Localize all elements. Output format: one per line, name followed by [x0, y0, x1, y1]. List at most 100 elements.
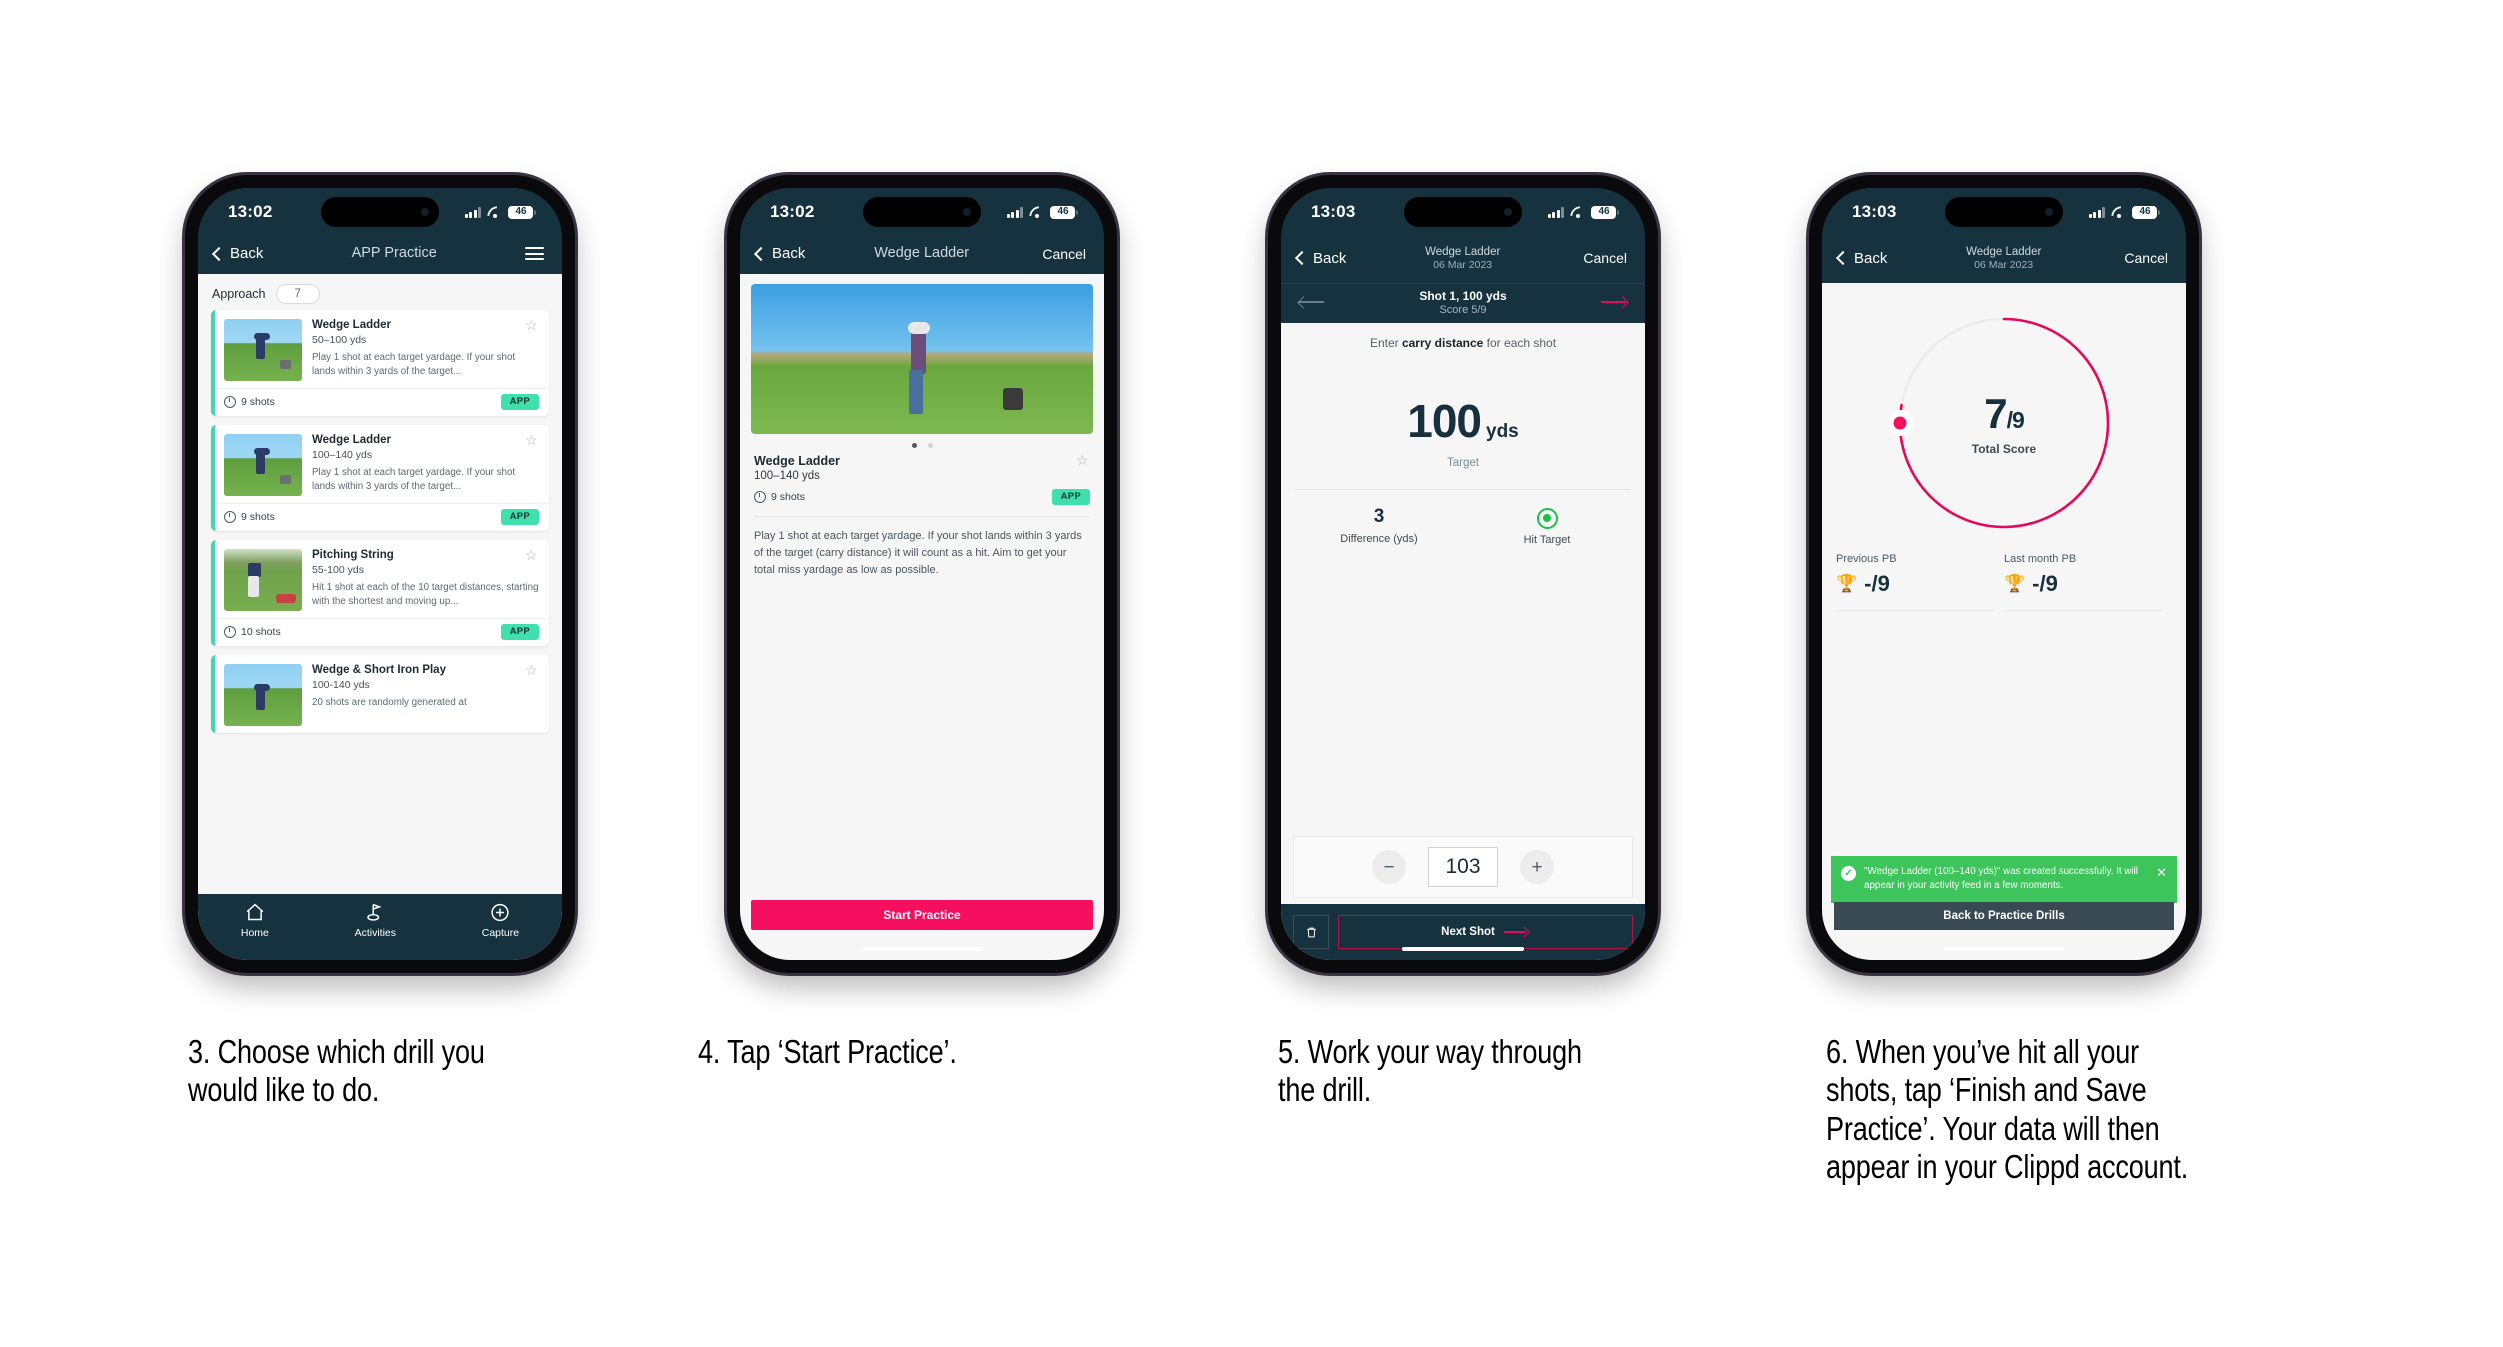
- drill-description: Play 1 shot at each target yardage. If y…: [312, 351, 516, 377]
- caption-step-3: 3. Choose which drill you would like to …: [188, 1033, 485, 1109]
- status-time: 13:02: [770, 202, 815, 221]
- category-badge: APP: [500, 393, 539, 410]
- drill-range: 100–140 yds: [312, 448, 373, 461]
- increment-button[interactable]: +: [1520, 850, 1554, 884]
- golf-flag-icon: [364, 902, 386, 923]
- hamburger-icon[interactable]: [525, 247, 544, 261]
- category-badge: APP: [500, 508, 539, 525]
- dynamic-island: [863, 197, 981, 227]
- drill-card-footer: 9 shots APP: [215, 387, 549, 416]
- difference-value: 3: [1373, 505, 1385, 527]
- front-camera-icon: [421, 208, 429, 216]
- drill-card[interactable]: Wedge Ladder ☆ 100–140 yds Play 1 shot a…: [211, 424, 549, 531]
- arrow-left-icon[interactable]: [1297, 295, 1327, 309]
- back-label: Back: [230, 245, 264, 263]
- favorite-star-icon[interactable]: ☆: [525, 433, 539, 448]
- pb-last-month-value-row: 🏆 -/9: [2004, 571, 2162, 611]
- arrow-right-icon: [1503, 927, 1530, 937]
- category-badge: APP: [1051, 488, 1090, 505]
- filter-count-chip[interactable]: 7: [275, 283, 320, 304]
- favorite-star-icon[interactable]: ☆: [1076, 453, 1090, 468]
- back-button[interactable]: Back: [753, 245, 805, 262]
- arrow-right-icon[interactable]: [1599, 295, 1629, 309]
- drill-card-body: Pitching String ☆ 55-100 yds Hit 1 shot …: [312, 548, 539, 611]
- caption-step-6: 6. When you’ve hit all your shots, tap ‘…: [1826, 1033, 2189, 1185]
- drill-title-row: Pitching String ☆: [312, 548, 539, 563]
- personal-bests: Previous PB 🏆 -/9 Last month PB 🏆 -/9: [1836, 553, 2172, 611]
- favorite-star-icon[interactable]: ☆: [525, 548, 539, 563]
- target-value: 100: [1407, 394, 1482, 447]
- decrement-button[interactable]: −: [1372, 850, 1406, 884]
- close-icon[interactable]: ✕: [2156, 865, 2167, 893]
- drill-range: 100–140 yds: [754, 469, 820, 482]
- shots-count: 10 shots: [241, 625, 281, 638]
- status-bar-1: 13:02 46: [198, 188, 562, 236]
- drill-range: 50–100 yds: [312, 333, 367, 346]
- drill-range: 100-140 yds: [312, 678, 370, 691]
- status-time: 13:03: [1311, 202, 1356, 221]
- screen-4: 13:03 46 Back Wedge Ladder 06 Mar 2023 C…: [1822, 188, 2186, 960]
- favorite-star-icon[interactable]: ☆: [525, 663, 539, 678]
- shot-title: Shot 1, 100 yds: [1419, 288, 1507, 303]
- caption-step-5: 5. Work your way through the drill.: [1278, 1033, 1582, 1109]
- drill-thumbnail: [224, 663, 302, 726]
- cancel-button[interactable]: Cancel: [1579, 250, 1627, 266]
- nav-bar-1: Back APP Practice: [198, 236, 562, 274]
- status-bar-2: 13:02 46: [740, 188, 1104, 236]
- drill-title: Pitching String: [312, 548, 394, 561]
- carousel-dots[interactable]: [740, 434, 1104, 454]
- favorite-star-icon[interactable]: ☆: [525, 318, 539, 333]
- drill-card[interactable]: Wedge & Short Iron Play ☆ 100-140 yds 20…: [211, 654, 549, 733]
- prompt-bold: carry distance: [1401, 335, 1484, 350]
- nav-title-main: Wedge Ladder: [1425, 246, 1501, 258]
- back-button[interactable]: Back: [1294, 250, 1346, 267]
- next-shot-label: Next Shot: [1441, 926, 1495, 938]
- drill-title-row: Wedge Ladder ☆: [754, 453, 1090, 468]
- drill-card-footer: 10 shots APP: [215, 617, 549, 646]
- distance-input[interactable]: 103: [1428, 847, 1498, 887]
- tab-home[interactable]: Home: [241, 902, 269, 939]
- target-display: 100 yds Target: [1281, 394, 1645, 469]
- chevron-left-icon: [1294, 251, 1310, 266]
- drill-card[interactable]: Pitching String ☆ 55-100 yds Hit 1 shot …: [211, 539, 549, 646]
- cancel-button[interactable]: Cancel: [2120, 250, 2168, 266]
- wifi-icon: [2111, 206, 2126, 218]
- shots-count: 9 shots: [241, 510, 275, 523]
- target-unit: yds: [1486, 420, 1519, 442]
- prompt-pre: Enter: [1369, 335, 1402, 350]
- drill-header: Wedge Ladder ☆ 100–140 yds 9 shots APP: [740, 453, 1104, 505]
- back-button[interactable]: Back: [211, 245, 264, 263]
- home-indicator: [1943, 947, 2065, 951]
- next-shot-button[interactable]: Next Shot: [1338, 915, 1633, 949]
- tab-home-label: Home: [240, 927, 269, 939]
- drill-card-top: Wedge Ladder ☆ 100–140 yds Play 1 shot a…: [215, 425, 549, 503]
- drill-detail-content: Wedge Ladder ☆ 100–140 yds 9 shots APP P…: [740, 273, 1104, 960]
- back-to-practice-drills-button[interactable]: Back to Practice Drills: [1834, 902, 2174, 930]
- pb-previous-value: -/9: [1864, 570, 1890, 596]
- nav-bar-4: Back Wedge Ladder 06 Mar 2023 Cancel: [1822, 236, 2186, 283]
- pb-previous-value-row: 🏆 -/9: [1836, 571, 1994, 611]
- success-toast: ✓ "Wedge Ladder (100–140 yds)" was creat…: [1831, 855, 2177, 903]
- page-title: Wedge Ladder 06 Mar 2023: [1425, 245, 1500, 272]
- clock-icon: [754, 490, 766, 503]
- back-button[interactable]: Back: [1835, 250, 1887, 267]
- chevron-left-icon: [753, 246, 769, 261]
- tab-activities[interactable]: Activities: [355, 902, 396, 939]
- drill-title: Wedge Ladder: [754, 453, 840, 468]
- drill-title: Wedge Ladder: [312, 433, 392, 446]
- drill-title: Wedge & Short Iron Play: [312, 663, 446, 676]
- chevron-left-icon: [1835, 251, 1851, 266]
- screen-3: 13:03 46 Back Wedge Ladder 06 Mar 2023 C…: [1281, 188, 1645, 960]
- cellular-signal-icon: [1006, 206, 1023, 218]
- trash-icon[interactable]: [1293, 915, 1329, 949]
- start-practice-button[interactable]: Start Practice: [751, 900, 1093, 930]
- shots-info: 10 shots: [224, 625, 281, 638]
- status-indicators: 46: [464, 205, 536, 219]
- nav-bar-3: Back Wedge Ladder 06 Mar 2023 Cancel: [1281, 236, 1645, 283]
- drill-description: 20 shots are randomly generated at: [312, 696, 467, 708]
- nav-bar-2: Back Wedge Ladder Cancel: [740, 236, 1104, 274]
- total-score-label: Total Score: [1971, 441, 2037, 456]
- drill-card[interactable]: Wedge Ladder ☆ 50–100 yds Play 1 shot at…: [211, 309, 549, 416]
- tab-capture[interactable]: Capture: [482, 902, 519, 939]
- cancel-button[interactable]: Cancel: [1038, 246, 1086, 262]
